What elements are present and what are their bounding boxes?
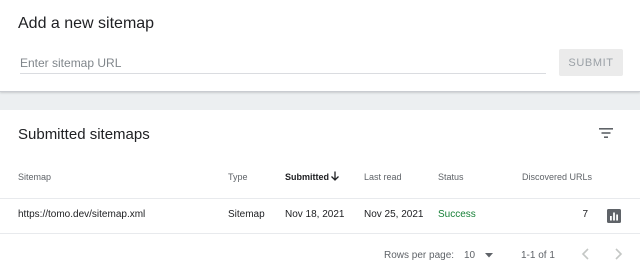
- add-sitemap-card: Add a new sitemap SUBMIT: [0, 0, 640, 92]
- header-divider: [0, 198, 640, 199]
- sitemap-url-input[interactable]: [20, 52, 546, 74]
- add-sitemap-title: Add a new sitemap: [18, 15, 155, 32]
- cell-discovered-urls: 7: [582, 209, 588, 220]
- cell-submitted-date: Nov 18, 2021: [285, 209, 345, 220]
- cell-last-read-date: Nov 25, 2021: [364, 209, 424, 220]
- submitted-sitemaps-title: Submitted sitemaps: [18, 126, 150, 143]
- bar-chart-icon[interactable]: [606, 208, 622, 224]
- column-header-submitted[interactable]: Submitted: [285, 172, 329, 182]
- pagination-range: 1-1 of 1: [521, 250, 555, 261]
- column-header-status[interactable]: Status: [438, 172, 464, 182]
- submitted-sitemaps-card: Submitted sitemaps Sitemap Type Submitte…: [0, 110, 640, 274]
- arrow-down-icon[interactable]: [329, 170, 341, 182]
- cell-status-badge: Success: [438, 209, 476, 220]
- caret-down-icon[interactable]: [483, 250, 495, 260]
- column-header-discovered-urls[interactable]: Discovered URLs: [522, 172, 592, 182]
- rows-per-page-select[interactable]: 10: [464, 250, 475, 261]
- filter-icon[interactable]: [597, 124, 615, 142]
- chevron-right-icon[interactable]: [610, 246, 626, 262]
- cell-sitemap-url: https://tomo.dev/sitemap.xml: [18, 209, 146, 220]
- submit-button[interactable]: SUBMIT: [559, 49, 623, 76]
- row-divider: [0, 233, 640, 234]
- chevron-left-icon[interactable]: [578, 246, 594, 262]
- column-header-type[interactable]: Type: [228, 172, 248, 182]
- column-header-last-read[interactable]: Last read: [364, 172, 402, 182]
- column-header-sitemap[interactable]: Sitemap: [18, 172, 51, 182]
- rows-per-page-label: Rows per page:: [384, 250, 455, 261]
- cell-type: Sitemap: [228, 209, 265, 220]
